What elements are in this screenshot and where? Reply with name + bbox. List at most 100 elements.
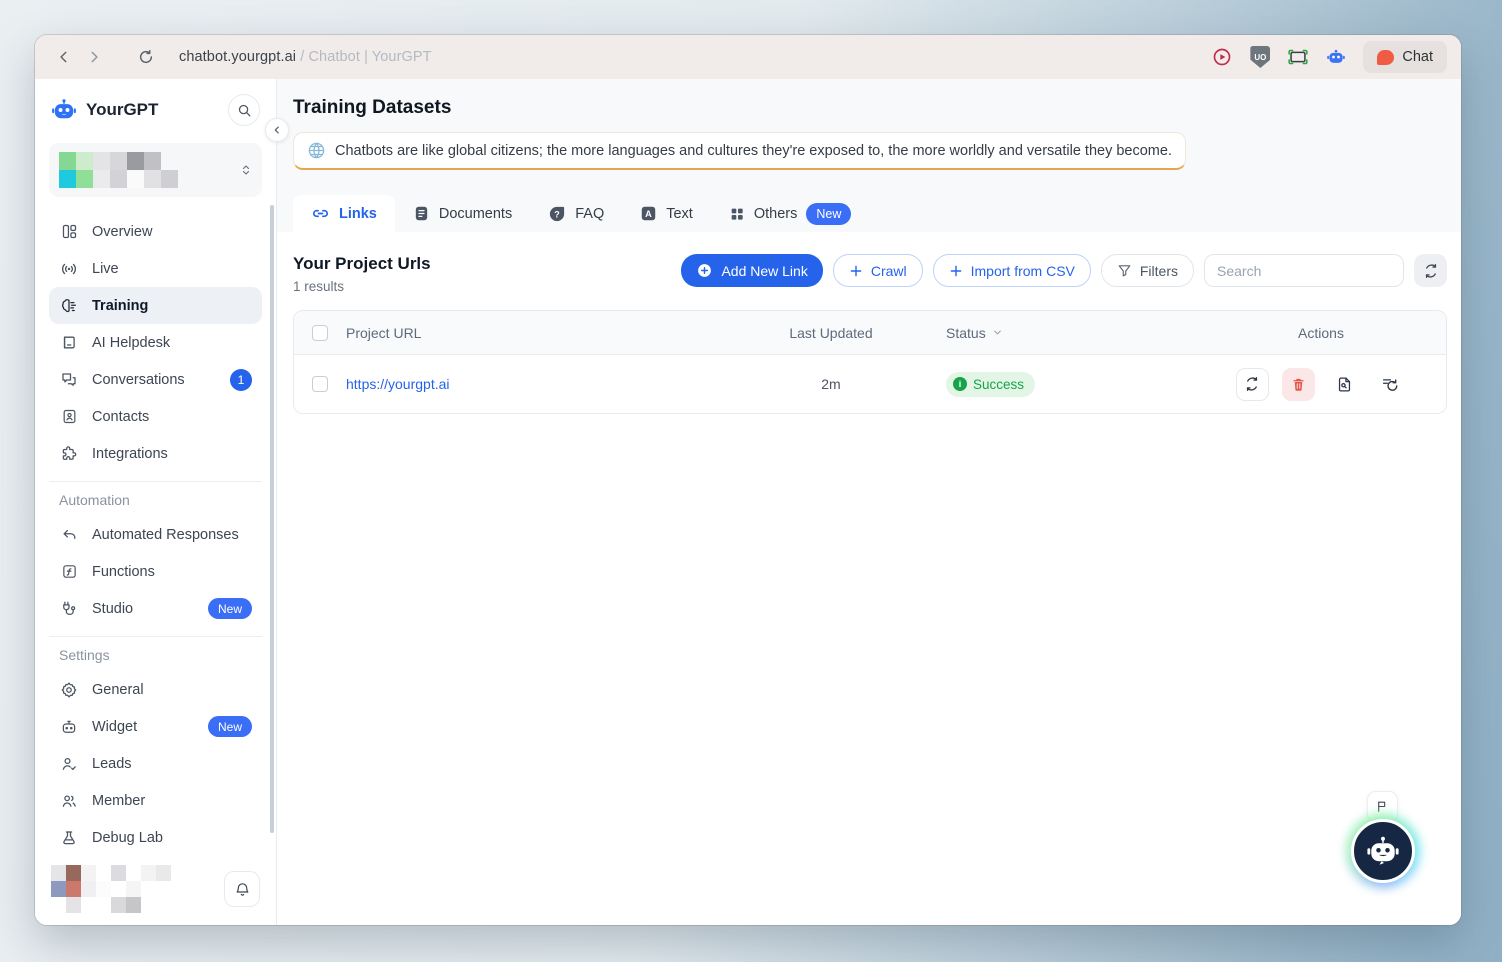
chat-bubbles-icon: [59, 371, 79, 389]
sidebar-collapse-button[interactable]: [265, 118, 289, 142]
row-checkbox[interactable]: [312, 376, 328, 392]
grid-icon: [729, 206, 745, 222]
history-icon: [1381, 375, 1399, 393]
sidebar-scrollbar[interactable]: [270, 205, 274, 833]
tip-banner-text: Chatbots are like global citizens; the m…: [335, 143, 1172, 159]
search-input[interactable]: [1204, 254, 1404, 287]
chat-label: Chat: [1402, 49, 1433, 65]
status-badge: i Success: [946, 372, 1035, 397]
sidebar-item-label: Integrations: [92, 446, 168, 462]
sidebar-item-studio[interactable]: Studio New: [49, 590, 262, 627]
recrawl-button[interactable]: [1236, 368, 1269, 401]
people-icon: [59, 792, 79, 810]
chatbot-widget-button[interactable]: [1351, 819, 1415, 883]
user-info-redacted: [51, 865, 171, 913]
tab-label: Others: [754, 206, 798, 222]
person-check-icon: [59, 755, 79, 773]
filters-button[interactable]: Filters: [1101, 254, 1194, 287]
link-icon: [311, 204, 330, 223]
import-from-csv-button[interactable]: Import from CSV: [933, 254, 1091, 287]
project-url-link[interactable]: https://yourgpt.ai: [346, 376, 450, 392]
brand-logo[interactable]: YourGPT: [51, 97, 158, 123]
flask-icon: [59, 829, 79, 847]
robot-extension-icon[interactable]: [1325, 46, 1347, 68]
gear-icon: [59, 681, 79, 699]
brand-name: YourGPT: [86, 100, 158, 120]
sidebar-user-section[interactable]: [35, 861, 276, 925]
tab-others[interactable]: Others New: [711, 195, 870, 232]
sidebar-item-functions[interactable]: Functions: [49, 553, 262, 590]
select-all-checkbox[interactable]: [312, 325, 328, 341]
record-extension-icon[interactable]: [1211, 46, 1233, 68]
sync-icon: [1423, 263, 1439, 279]
workspace-selector[interactable]: [49, 143, 262, 197]
address-bar[interactable]: chatbot.yourgpt.ai / Chatbot | YourGPT: [179, 49, 432, 65]
browser-chrome: chatbot.yourgpt.ai / Chatbot | YourGPT U…: [35, 35, 1461, 79]
tab-label: Text: [666, 206, 693, 222]
sidebar-item-conversations[interactable]: Conversations 1: [49, 361, 262, 398]
sidebar-item-member[interactable]: Member: [49, 782, 262, 819]
sidebar-item-ai-helpdesk[interactable]: AI Helpdesk: [49, 324, 262, 361]
svg-text:?: ?: [554, 209, 560, 219]
sidebar-item-overview[interactable]: Overview: [49, 213, 262, 250]
sidebar-item-live[interactable]: Live: [49, 250, 262, 287]
plus-icon: [849, 264, 863, 278]
tab-label: Documents: [439, 206, 512, 222]
reply-arrow-icon: [59, 526, 79, 543]
browser-forward-button[interactable]: [79, 42, 109, 72]
sidebar-item-debug-lab[interactable]: Debug Lab: [49, 819, 262, 856]
sidebar-item-label: General: [92, 682, 144, 698]
delete-button[interactable]: [1282, 368, 1315, 401]
screenshot-extension-icon[interactable]: [1287, 46, 1309, 68]
dashboard-icon: [59, 223, 79, 240]
tab-documents[interactable]: Documents: [395, 195, 530, 232]
function-icon: [59, 563, 79, 580]
tab-faq[interactable]: ? FAQ: [530, 195, 622, 232]
tab-links[interactable]: Links: [293, 195, 395, 232]
svg-text:A: A: [645, 209, 652, 219]
others-new-badge: New: [806, 203, 851, 225]
add-new-link-button[interactable]: Add New Link: [681, 254, 822, 287]
view-content-button[interactable]: [1328, 368, 1361, 401]
sync-icon: [1244, 376, 1260, 392]
browser-back-button[interactable]: [49, 42, 79, 72]
brain-icon: [59, 297, 79, 315]
history-button[interactable]: [1374, 368, 1407, 401]
row-actions: [1196, 368, 1446, 401]
panel-heading: Your Project Urls: [293, 254, 431, 274]
sidebar-item-leads[interactable]: Leads: [49, 745, 262, 782]
browser-reload-button[interactable]: [131, 42, 161, 72]
chatbot-robot-icon: [1351, 819, 1415, 883]
chevron-down-icon: [992, 327, 1003, 338]
crawl-button[interactable]: Crawl: [833, 254, 923, 287]
sidebar-item-label: Training: [92, 298, 148, 314]
question-icon: ?: [548, 205, 566, 223]
sidebar-item-widget[interactable]: Widget New: [49, 708, 262, 745]
adblock-extension-icon[interactable]: UO: [1249, 46, 1271, 68]
chat-extension-button[interactable]: Chat: [1363, 41, 1447, 73]
yourgpt-robot-icon: [51, 97, 77, 123]
sidebar-item-automated-responses[interactable]: Automated Responses: [49, 516, 262, 553]
info-icon: i: [953, 377, 967, 391]
refresh-list-button[interactable]: [1414, 254, 1447, 287]
col-header-status[interactable]: Status: [946, 325, 1196, 341]
section-label-automation: Automation: [59, 492, 252, 508]
notifications-button[interactable]: [224, 871, 260, 907]
sidebar-item-contacts[interactable]: Contacts: [49, 398, 262, 435]
col-header-last-updated: Last Updated: [716, 325, 946, 341]
table-row: https://yourgpt.ai 2m i Success: [294, 355, 1446, 413]
sidebar-nav: Overview Live Training AI Helpdesk Conve…: [35, 201, 276, 861]
sidebar-item-general[interactable]: General: [49, 671, 262, 708]
search-icon: [237, 103, 252, 118]
widget-new-badge: New: [208, 716, 252, 737]
plus-icon: [949, 264, 963, 278]
broadcast-icon: [59, 260, 79, 278]
tab-text[interactable]: A Text: [622, 195, 711, 232]
sidebar-search-button[interactable]: [228, 94, 260, 126]
dataset-tabs: Links Documents ? FAQ A Text: [293, 195, 1445, 232]
sidebar-item-training[interactable]: Training: [49, 287, 262, 324]
sidebar: YourGPT Overview: [35, 79, 277, 925]
sidebar-item-integrations[interactable]: Integrations: [49, 435, 262, 472]
conversations-count-badge: 1: [230, 369, 252, 391]
links-panel: Your Project Urls 1 results Add New Link…: [277, 232, 1461, 925]
